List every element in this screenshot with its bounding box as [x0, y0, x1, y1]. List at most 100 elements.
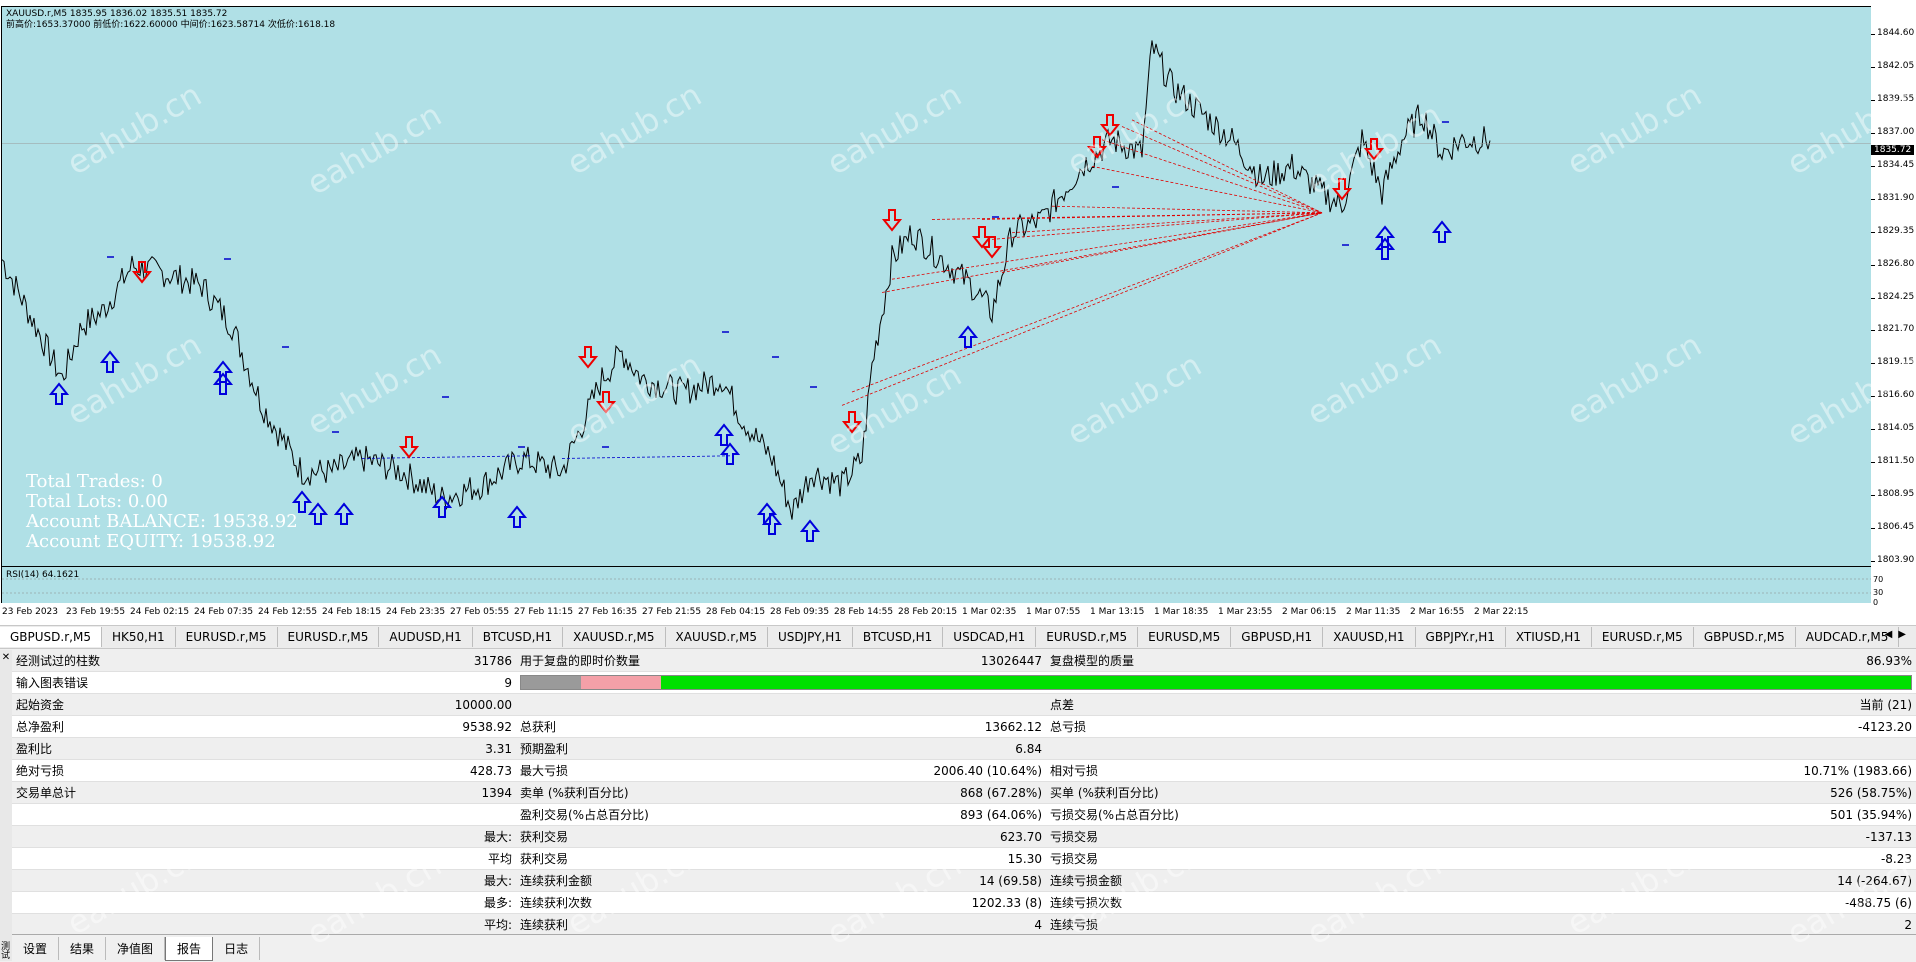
time-tick-label: 1 Mar 13:15 [1090, 607, 1145, 617]
report-label: 连续获利 [516, 913, 736, 936]
report-value: 3.31 [202, 737, 516, 760]
rsi-canvas [2, 578, 1871, 594]
report-label [12, 803, 202, 826]
symbol-tab[interactable]: BTCUSD,H1 [853, 627, 944, 647]
symbol-tab[interactable]: EURUSD.r,M5 [1036, 627, 1139, 647]
report-value: 14 (-264.67) [1306, 869, 1916, 892]
time-axis[interactable]: 23 Feb 2023 23 Feb 19:55 24 Feb 02:15 24 Fe… [0, 603, 1871, 625]
account-equity-label: Account EQUITY: 19538.92 [26, 531, 276, 552]
report-value [736, 693, 1046, 716]
price-tick-mark [1871, 264, 1875, 266]
buy-arrow-icon [799, 519, 821, 542]
tester-tab[interactable]: 报告 [165, 937, 214, 961]
symbol-tab[interactable]: BTCUSD,H1 [473, 627, 564, 647]
report-value: 15.30 [736, 847, 1046, 870]
symbol-tab[interactable]: USDJPY,H1 [768, 627, 853, 647]
sell-arrow-icon [1099, 114, 1121, 137]
trade-link-line [561, 455, 733, 459]
report-value: 526 (58.75%) [1306, 781, 1916, 804]
report-label: 买单 (%获利百分比) [1046, 781, 1306, 804]
report-label [12, 891, 202, 914]
symbol-tab[interactable]: XAUUSD.r,M5 [666, 627, 768, 647]
report-row: 平均: 连续获利 4 连续亏损 2 [12, 913, 1916, 936]
time-tick-label: 1 Mar 02:35 [962, 607, 1017, 617]
price-tick-mark [1871, 99, 1875, 101]
report-label: 获利交易 [516, 847, 736, 870]
price-tick-label: 1816.60 [1877, 390, 1915, 401]
trade-link-line [981, 212, 1323, 220]
time-tick-label: 2 Mar 22:15 [1474, 607, 1529, 617]
chevron-left-icon[interactable]: ◀ [1885, 629, 1899, 640]
price-tick-label: 1844.60 [1877, 28, 1915, 38]
quality-bar-gray-segment [521, 676, 581, 689]
symbol-tab[interactable]: XTIUSD,H1 [1506, 627, 1592, 647]
tester-tab[interactable]: 日志 [213, 937, 261, 960]
sell-arrow-icon [398, 436, 420, 459]
price-tick-mark [1871, 561, 1875, 562]
report-value: 最多: [202, 891, 516, 914]
symbol-tab[interactable]: XAUUSD,H1 [1323, 627, 1416, 647]
price-tick-label: 1837.00 [1877, 126, 1915, 137]
tester-tab[interactable]: 结果 [59, 937, 107, 960]
symbol-tab[interactable]: EURUSD.r,M5 [176, 627, 278, 647]
main-chart-plot[interactable]: XAUUSD.r,M5 1835.95 1836.02 1835.51 1835… [1, 6, 1872, 567]
buy-arrow-icon [1431, 220, 1453, 243]
report-label: 经测试过的柱数 [12, 650, 202, 672]
symbol-tab[interactable]: USDCAD,H1 [943, 627, 1037, 647]
symbol-tab[interactable]: EURUSD,M5 [1138, 627, 1232, 647]
price-chart[interactable]: XAUUSD.r,M5 1835.95 1836.02 1835.51 1835… [0, 0, 1916, 625]
symbol-tab[interactable]: GBPUSD.r,M5 [0, 627, 102, 647]
symbol-tab-scroll[interactable]: ◀▶ [1885, 629, 1912, 640]
report-value: 最大: [202, 825, 516, 848]
symbol-tab[interactable]: EURUSD.r,M5 [278, 627, 380, 647]
report-value: 893 (64.06%) [736, 803, 1046, 826]
report-label: 亏损交易 [1046, 825, 1306, 848]
report-label: 连续亏损次数 [1046, 891, 1306, 914]
time-tick-label: 24 Feb 23:35 [386, 607, 446, 617]
trade-link-line [891, 212, 1323, 280]
price-axis[interactable]: 1844.60 1842.05 1839.55 1837.00 1834.45 1831.… [1871, 6, 1916, 607]
buy-arrow-icon [506, 505, 528, 528]
symbol-tab[interactable]: EURUSD.r,M5 [1592, 627, 1694, 647]
report-value: 31786 [202, 650, 516, 672]
symbol-tab[interactable]: GBPJPY.r,H1 [1416, 627, 1506, 647]
report-row: 绝对亏损 428.73 最大亏损 2006.40 (10.64%) 相对亏损 10.71%… [12, 759, 1916, 782]
symbol-tab[interactable]: XAUUSD.r,M5 [563, 627, 666, 647]
rsi-indicator-panel[interactable]: RSI(14) 64.1621 [1, 566, 1872, 605]
chevron-right-icon[interactable]: ▶ [1898, 629, 1912, 640]
sell-arrow-icon [841, 411, 863, 434]
price-tick-mark [1871, 297, 1875, 299]
report-value: 14 (69.58) [736, 869, 1046, 892]
report-row: 交易单总计 1394 卖单 (%获利百分比) 868 (67.28%) 买单 (%获利百… [12, 781, 1916, 804]
report-label: 亏损交易(%占总百分比) [1046, 803, 1306, 826]
account-overlay: Total Trades: 0 Total Lots: 0.00 Account… [26, 472, 298, 552]
report-value: 1394 [202, 781, 516, 804]
time-tick-label: 28 Feb 20:15 [898, 607, 958, 617]
symbol-tab[interactable]: HK50,H1 [102, 627, 176, 647]
sell-arrow-icon [577, 346, 599, 369]
report-value: 13662.12 [736, 715, 1046, 738]
report-value: 4 [736, 913, 1046, 936]
price-tick-label: 1808.95 [1877, 489, 1915, 500]
report-value: 428.73 [202, 759, 516, 782]
close-icon[interactable]: ✕ [0, 652, 12, 663]
symbol-tab[interactable]: GBPUSD,H1 [1231, 627, 1324, 647]
report-panel: 经测试过的柱数 31786 用于复盘的即时价数量 13026447 复盘模型的质量 86.… [12, 650, 1916, 936]
symbol-tab[interactable]: AUDUSD,H1 [379, 627, 473, 647]
buy-arrow-icon [212, 360, 234, 383]
report-value: 平均: [202, 913, 516, 936]
tester-tab[interactable]: 设置 [12, 937, 60, 960]
tester-tab[interactable]: 净值图 [106, 937, 166, 960]
rsi-tick-label: 70 [1873, 575, 1884, 584]
report-label: 连续亏损 [1046, 913, 1306, 936]
buy-arrow-icon [957, 325, 979, 348]
report-label: 最大亏损 [516, 759, 736, 782]
tester-tab-bar: 设置 结果 净值图 报告 日志 [12, 934, 1916, 962]
trade-link-line [881, 212, 1323, 293]
model-quality-bar-cell [516, 671, 1916, 694]
report-label: 相对亏损 [1046, 759, 1306, 782]
report-value: -4123.20 [1306, 715, 1916, 738]
report-label: 总亏损 [1046, 715, 1306, 738]
symbol-tab[interactable]: GBPUSD.r,M5 [1694, 627, 1796, 647]
report-value: 2006.40 (10.64%) [736, 759, 1046, 782]
